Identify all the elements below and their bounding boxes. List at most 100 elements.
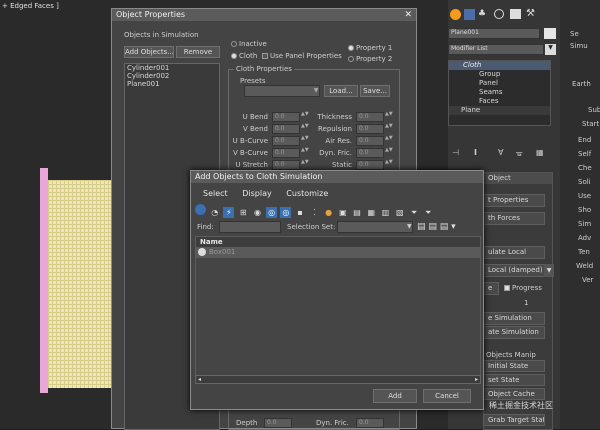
modifier-list-dropdown[interactable]: Modifier List xyxy=(448,44,544,55)
save-button[interactable]: Save... xyxy=(360,85,390,97)
spinner-icon[interactable]: ▲▼ xyxy=(301,160,309,169)
list-item[interactable]: Cylinder001 xyxy=(125,64,219,72)
list-view-icon[interactable]: ▧ xyxy=(394,207,405,218)
stack-item-seams[interactable]: Seams xyxy=(449,88,550,97)
create-simulation-button[interactable]: ate Simulation xyxy=(483,326,545,339)
display-geometry-icon[interactable] xyxy=(195,204,206,215)
spinner-icon[interactable]: ▲▼ xyxy=(385,112,393,121)
stack-item-panel[interactable]: Panel xyxy=(449,79,550,88)
checkbox-icon[interactable] xyxy=(504,285,510,291)
object-properties-titlebar[interactable]: Object Properties ✕ xyxy=(112,9,416,21)
v-bend-field[interactable]: 0.0 xyxy=(272,124,300,134)
u-stretch-field[interactable]: 0.0 xyxy=(272,160,300,170)
property1-radio[interactable]: Property 1 xyxy=(348,44,392,52)
simulate-local-button[interactable]: ulate Local xyxy=(483,246,545,259)
rollout-header[interactable]: Object xyxy=(484,173,552,184)
radio-icon[interactable] xyxy=(348,56,354,62)
load-button[interactable]: Load... xyxy=(324,85,358,97)
display-lights-icon[interactable]: ⚡ xyxy=(223,207,235,218)
stack-item-cloth[interactable]: Cloth xyxy=(449,61,550,70)
list-item[interactable]: Plane001 xyxy=(125,80,219,88)
use-panel-properties-checkbox[interactable]: Use Panel Properties xyxy=(262,52,342,60)
make-unique-icon[interactable]: ∀ xyxy=(498,148,503,157)
pin-stack-icon[interactable]: ⊣ xyxy=(452,148,459,157)
u-b-curve-field[interactable]: 0.0 xyxy=(272,136,300,146)
dyn-fric-field[interactable]: 0.0 xyxy=(356,148,384,158)
menu-select[interactable]: Select xyxy=(203,189,228,198)
spinner-icon[interactable]: ▲▼ xyxy=(301,124,309,133)
u-bend-field[interactable]: 0.0 xyxy=(272,112,300,122)
reset-state-button[interactable]: set State xyxy=(483,374,545,386)
property2-radio[interactable]: Property 2 xyxy=(348,55,392,63)
modifier-stack[interactable]: Cloth Group Panel Seams Faces Plane xyxy=(448,60,551,126)
add-objects-button[interactable]: Add Objects... xyxy=(124,46,174,58)
display-spacewarps-icon[interactable]: ◎ xyxy=(266,207,278,218)
object-properties-button[interactable]: t Properties xyxy=(483,194,545,207)
cloth-radio[interactable]: Cloth xyxy=(231,52,257,60)
display-shapes-icon[interactable]: ◔ xyxy=(209,207,220,218)
display-cameras-icon[interactable]: ⊞ xyxy=(238,207,249,218)
remove-modifier-icon[interactable]: ᚗ xyxy=(516,148,522,157)
selection-set-dropdown[interactable] xyxy=(337,221,413,233)
cloth-forces-button[interactable]: th Forces xyxy=(483,212,545,225)
add-set-icon[interactable]: ▤ xyxy=(428,222,437,232)
progress-checkbox[interactable]: Progress xyxy=(504,284,542,292)
select-set-icon[interactable]: ▤ xyxy=(417,222,426,232)
scroll-right-icon[interactable]: ▸ xyxy=(475,376,478,383)
remove-set-icon[interactable]: ▤ xyxy=(440,222,449,232)
chevron-down-icon[interactable]: ▼ xyxy=(407,221,415,233)
stack-item-plane[interactable]: Plane xyxy=(449,106,550,115)
v-b-curve-field[interactable]: 0.0 xyxy=(272,148,300,158)
chevron-down-icon[interactable]: ▼ xyxy=(545,44,556,55)
filter-icon[interactable]: ⏷ xyxy=(409,207,420,218)
add-objects-titlebar[interactable]: Add Objects to Cloth Simulation xyxy=(191,171,483,183)
presets-dropdown[interactable] xyxy=(244,85,320,97)
menu-display[interactable]: Display xyxy=(242,189,272,198)
table-row[interactable]: Box001 xyxy=(196,247,480,258)
add-button[interactable]: Add xyxy=(373,389,417,403)
spinner-icon[interactable]: ▲▼ xyxy=(385,148,393,157)
hierarchy-icon[interactable]: ♣ xyxy=(478,9,486,19)
simulate-button[interactable]: e xyxy=(483,282,499,295)
repulsion-field[interactable]: 0.0 xyxy=(356,124,384,134)
spinner-icon[interactable]: ▲▼ xyxy=(301,136,309,145)
display-helpers-icon[interactable]: ◉ xyxy=(252,207,263,218)
object-name-field[interactable]: Plane001 xyxy=(448,28,540,39)
menu-customize[interactable]: Customize xyxy=(286,189,328,198)
spinner-icon[interactable]: ▲▼ xyxy=(385,160,393,169)
dyn-fric-bottom-field[interactable]: 0.0 xyxy=(356,418,384,428)
stack-item-faces[interactable]: Faces xyxy=(449,97,550,106)
motion-icon[interactable] xyxy=(494,9,504,19)
display-groups-icon[interactable]: ◎ xyxy=(280,207,292,218)
list-item[interactable]: Cylinder002 xyxy=(125,72,219,80)
close-icon[interactable]: ✕ xyxy=(404,9,412,21)
scroll-left-icon[interactable]: ◂ xyxy=(198,376,201,383)
chevron-down-icon[interactable]: ▼ xyxy=(544,264,554,277)
spinner-icon[interactable]: ▲▼ xyxy=(301,148,309,157)
select-all-icon[interactable]: ● xyxy=(323,207,334,218)
static-field[interactable]: 0.0 xyxy=(356,160,384,170)
spinner-icon[interactable]: ▲▼ xyxy=(301,112,309,121)
display-bones-icon[interactable]: ⁚ xyxy=(309,207,320,218)
radio-icon[interactable] xyxy=(231,41,237,47)
filter-options-icon[interactable]: ⏷ xyxy=(423,207,434,218)
sort-icon[interactable]: ▥ xyxy=(380,207,391,218)
inactive-radio[interactable]: Inactive xyxy=(231,40,267,48)
sun-icon[interactable] xyxy=(450,9,461,20)
show-end-result-icon[interactable]: I xyxy=(474,148,477,157)
horizontal-scrollbar[interactable]: ◂ ▸ xyxy=(195,375,481,384)
radio-icon[interactable] xyxy=(231,53,237,59)
set-options-icon[interactable]: ▾ xyxy=(451,222,456,232)
display-xrefs-icon[interactable]: ▪ xyxy=(295,207,306,218)
find-input[interactable] xyxy=(219,221,281,233)
remove-button[interactable]: Remove xyxy=(176,46,220,58)
select-none-icon[interactable]: ▣ xyxy=(337,207,348,218)
name-column-header[interactable]: Name xyxy=(196,237,480,247)
modify-icon[interactable] xyxy=(464,9,475,20)
viewport-label[interactable]: + Edged Faces ] xyxy=(2,2,59,10)
object-color-swatch[interactable] xyxy=(544,28,556,39)
grab-target-state-button[interactable]: Grab Target State xyxy=(483,414,545,426)
object-cache-button[interactable]: Object Cache xyxy=(483,388,545,400)
radio-icon[interactable] xyxy=(348,45,354,51)
air-res-field[interactable]: 0.0 xyxy=(356,136,384,146)
